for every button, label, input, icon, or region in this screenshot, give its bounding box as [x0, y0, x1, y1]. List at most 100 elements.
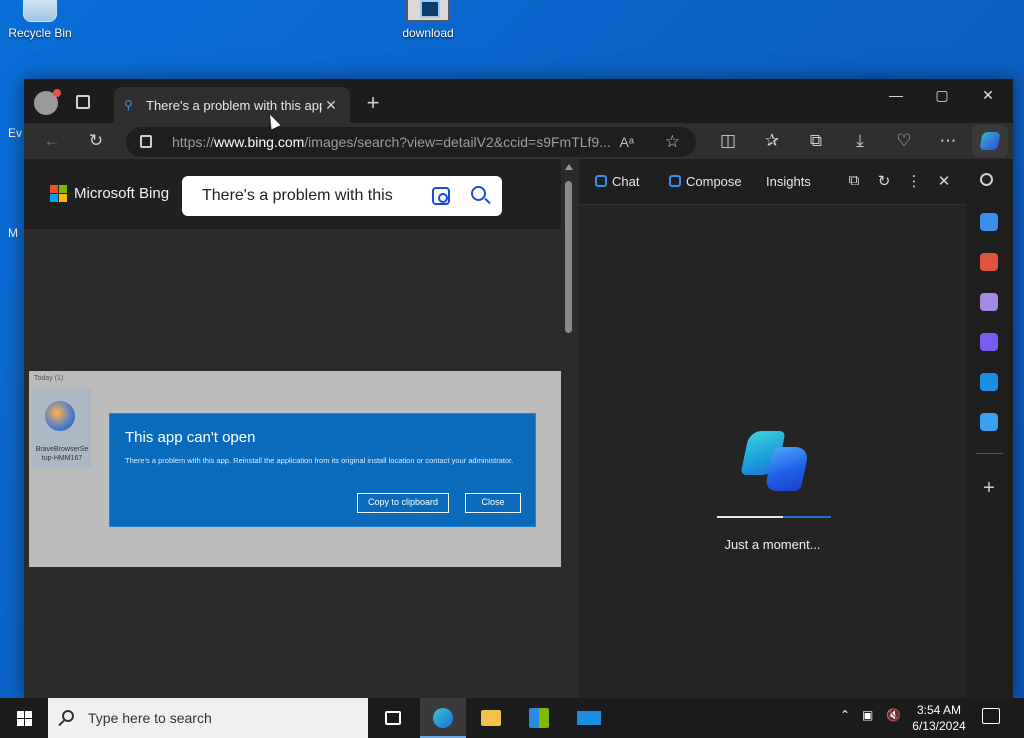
minimize-button[interactable]: — — [873, 79, 919, 111]
search-icon[interactable] — [471, 186, 486, 201]
error-dialog: This app can't open There's a problem wi… — [109, 413, 536, 527]
bing-search-box[interactable]: There's a problem with this — [182, 176, 502, 216]
image-result[interactable]: Today (1) BraveBrowserSe tup-HMM167 This… — [29, 371, 563, 567]
bing-header: Microsoft Bing There's a problem with th… — [24, 159, 579, 229]
new-tab-button[interactable]: + — [360, 90, 386, 116]
send-icon[interactable] — [980, 413, 998, 431]
notifications-icon[interactable] — [982, 708, 1000, 724]
download-label: download — [402, 26, 454, 40]
start-button[interactable] — [0, 698, 48, 738]
lock-icon[interactable] — [140, 135, 152, 148]
games-icon[interactable] — [980, 293, 998, 311]
partial-desktop-label: Ev — [8, 126, 23, 140]
maximize-button[interactable]: ▢ — [919, 79, 965, 111]
back-arrow-icon[interactable]: ← — [38, 127, 66, 155]
scroll-thumb[interactable] — [565, 181, 572, 333]
chat-icon — [595, 175, 607, 187]
search-icon[interactable] — [980, 173, 993, 186]
task-view-icon — [385, 711, 401, 725]
recycle-bin-desktop-icon[interactable]: Recycle Bin — [0, 0, 80, 40]
microsoft365-icon[interactable] — [980, 333, 998, 351]
title-bar: ⚲ There's a problem with this app. ✕ + —… — [24, 79, 1013, 127]
bing-search-icon: ⚲ — [124, 98, 133, 112]
tab-title: There's a problem with this app. — [146, 97, 322, 113]
taskbar: Type here to search ⌃ ▣ 🔇 3:54 AM 6/13/2… — [0, 698, 1024, 738]
tab-close-icon[interactable]: ✕ — [322, 97, 340, 114]
dialog-message: There's a problem with this app. Reinsta… — [125, 456, 514, 465]
clock-date: 6/13/2024 — [912, 719, 966, 733]
add-icon[interactable]: + — [980, 477, 998, 500]
tab-insights[interactable]: Insights — [766, 174, 811, 189]
microsoft-logo-icon[interactable] — [50, 185, 67, 202]
favorites-icon[interactable]: ✰ — [758, 127, 786, 155]
open-in-new-tab-icon[interactable]: ⧉ — [844, 172, 864, 189]
copilot-tabs: Chat Compose Insights ⧉ ↻ ⋮ ✕ — [579, 159, 966, 205]
store-taskbar-button[interactable] — [516, 698, 562, 738]
loading-progress-bar — [717, 516, 831, 518]
volume-muted-icon[interactable]: 🔇 — [886, 708, 901, 722]
show-hidden-icons-icon[interactable]: ⌃ — [840, 708, 850, 722]
rail-divider — [976, 453, 1003, 454]
copilot-icon[interactable] — [972, 125, 1008, 157]
copilot-sidebar: Chat Compose Insights ⧉ ↻ ⋮ ✕ Just a mom… — [579, 159, 966, 699]
downloads-icon[interactable]: ⤓ — [846, 127, 874, 155]
recycle-bin-icon — [23, 0, 57, 22]
favorite-star-icon[interactable]: ☆ — [665, 127, 680, 157]
toolbox-icon[interactable] — [980, 253, 998, 271]
browser-tab[interactable]: ⚲ There's a problem with this app. ✕ — [114, 87, 350, 123]
network-icon[interactable]: ▣ — [862, 708, 873, 722]
dialog-title: This app can't open — [125, 429, 256, 446]
edge-browser-window: ⚲ There's a problem with this app. ✕ + —… — [24, 79, 1013, 699]
split-screen-icon[interactable]: ◫ — [714, 127, 742, 155]
page-scrollbar[interactable] — [561, 159, 579, 699]
visual-search-icon[interactable] — [432, 187, 450, 205]
recycle-bin-label: Recycle Bin — [8, 26, 72, 40]
task-view-button[interactable] — [370, 698, 416, 738]
outlook-icon[interactable] — [980, 373, 998, 391]
profile-avatar-icon[interactable] — [34, 89, 61, 115]
installer-icon — [45, 401, 75, 431]
mail-taskbar-button[interactable] — [566, 698, 612, 738]
dialog-close-button: Close — [465, 493, 521, 513]
tab-actions-icon[interactable] — [76, 95, 90, 109]
mail-icon — [577, 711, 601, 725]
url-text: https://www.bing.com/images/search?view=… — [172, 134, 611, 150]
partial-desktop-label: M — [8, 226, 18, 240]
compose-icon — [669, 175, 681, 187]
search-icon — [62, 710, 74, 722]
file-explorer-taskbar-button[interactable] — [468, 698, 514, 738]
folder-icon — [481, 710, 501, 726]
refresh-icon[interactable]: ↻ — [82, 127, 110, 155]
copy-to-clipboard-button: Copy to clipboard — [357, 493, 449, 513]
web-page: Microsoft Bing There's a problem with th… — [24, 159, 579, 699]
progress-fill — [717, 516, 784, 518]
scroll-up-icon[interactable] — [565, 164, 573, 170]
edge-icon — [433, 708, 453, 728]
copilot-logo-icon — [739, 427, 811, 495]
close-window-button[interactable]: ✕ — [965, 79, 1011, 111]
download-folder-icon — [406, 0, 450, 22]
folder-group-label: Today (1) — [34, 375, 64, 382]
loading-text: Just a moment... — [724, 537, 821, 552]
more-options-icon[interactable]: ⋯ — [934, 127, 962, 155]
browser-essentials-icon[interactable]: ♡ — [890, 127, 918, 155]
taskbar-search-box[interactable]: Type here to search — [48, 698, 368, 738]
clock-time: 3:54 AM — [916, 703, 962, 717]
taskbar-search-placeholder: Type here to search — [88, 710, 212, 726]
close-pane-icon[interactable]: ✕ — [934, 172, 954, 190]
store-icon — [529, 708, 549, 728]
more-options-icon[interactable]: ⋮ — [904, 172, 924, 190]
tag-icon[interactable] — [980, 213, 998, 231]
edge-taskbar-button[interactable] — [420, 698, 466, 738]
tab-compose[interactable]: Compose — [669, 174, 742, 189]
read-aloud-icon[interactable]: Aᵃ — [619, 127, 634, 157]
address-bar[interactable]: https://www.bing.com/images/search?view=… — [126, 127, 696, 157]
search-input[interactable]: There's a problem with this — [202, 187, 393, 205]
download-desktop-icon[interactable]: download — [388, 0, 468, 40]
sidebar-rail: + — [966, 159, 1013, 699]
bing-brand-name[interactable]: Microsoft Bing — [74, 185, 169, 202]
clock[interactable]: 3:54 AM 6/13/2024 — [906, 702, 972, 734]
tab-chat[interactable]: Chat — [595, 174, 639, 189]
collections-icon[interactable]: ⧉ — [802, 127, 830, 155]
refresh-icon[interactable]: ↻ — [874, 172, 894, 190]
